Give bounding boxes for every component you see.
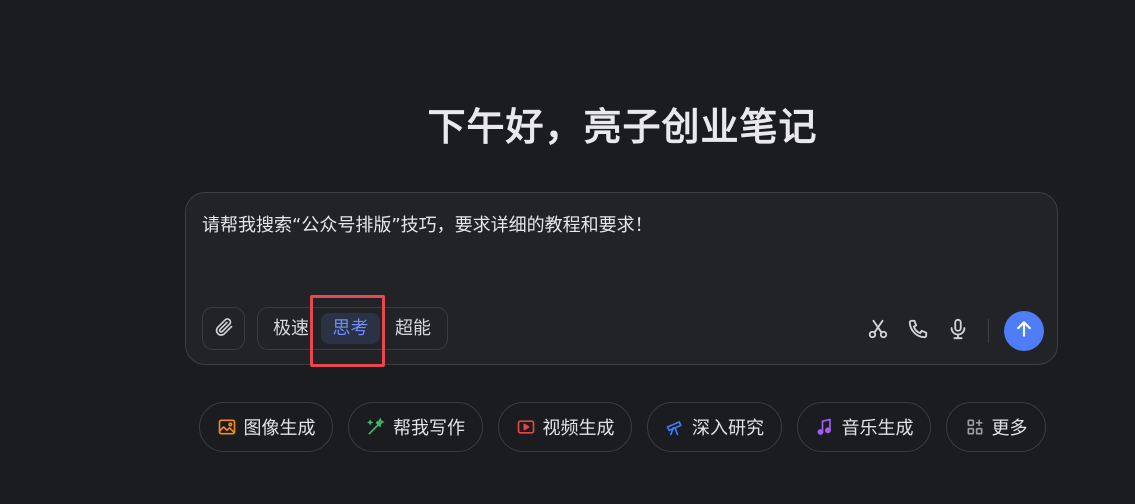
page: 下午好，亮子创业笔记 请帮我搜索“公众号排版”技巧，要求详细的教程和要求！ 极速… — [0, 0, 1135, 504]
chip-label: 更多 — [991, 418, 1028, 439]
scissors-button[interactable] — [866, 319, 890, 343]
pen-icon — [366, 417, 386, 437]
image-icon — [217, 417, 237, 437]
video-generation-button[interactable]: 视频生成 — [498, 402, 632, 452]
highlight-annotation — [310, 295, 385, 367]
chip-label: 深入研究 — [692, 418, 764, 439]
paperclip-icon — [214, 317, 234, 341]
writing-button[interactable]: 帮我写作 — [348, 402, 483, 452]
mode-fast[interactable]: 极速 — [266, 313, 316, 344]
chip-label: 视频生成 — [542, 418, 615, 439]
telescope-icon — [665, 417, 685, 437]
mode-super[interactable]: 超能 — [386, 313, 440, 344]
chip-label: 帮我写作 — [393, 418, 465, 439]
grid-icon — [965, 417, 985, 437]
attach-button[interactable] — [202, 307, 245, 350]
toolbar-divider — [988, 319, 989, 343]
send-button[interactable] — [1004, 311, 1044, 351]
image-generation-button[interactable]: 图像生成 — [199, 402, 333, 452]
phone-button[interactable] — [906, 319, 930, 343]
greeting-title: 下午好，亮子创业笔记 — [427, 105, 818, 149]
more-button[interactable]: 更多 — [946, 402, 1046, 452]
music-generation-button[interactable]: 音乐生成 — [797, 402, 931, 452]
microphone-button[interactable] — [946, 318, 970, 344]
phone-icon — [907, 318, 929, 344]
video-icon — [516, 417, 536, 437]
music-icon — [815, 417, 835, 437]
deep-research-button[interactable]: 深入研究 — [647, 402, 782, 452]
chip-label: 音乐生成 — [841, 418, 914, 439]
arrow-up-icon — [1014, 319, 1034, 343]
chip-label: 图像生成 — [243, 418, 316, 439]
scissors-icon — [867, 318, 889, 344]
prompt-input[interactable]: 请帮我搜索“公众号排版”技巧，要求详细的教程和要求！ — [202, 211, 653, 237]
microphone-icon — [947, 318, 969, 344]
